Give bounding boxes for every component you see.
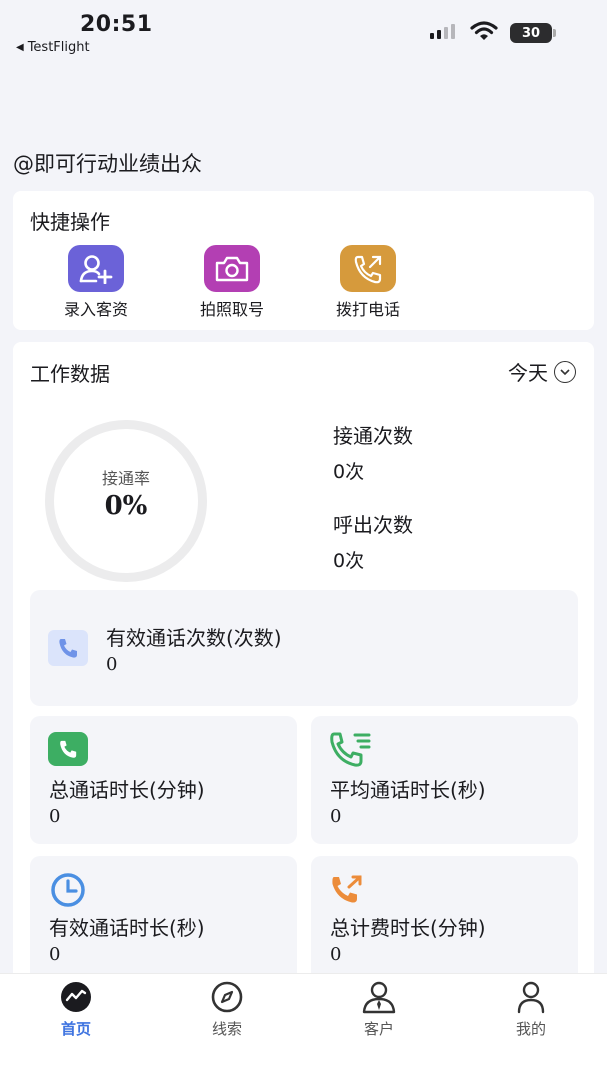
billing-duration-title: 总计费时长(分钟)	[330, 916, 486, 940]
phone-outgoing-icon	[340, 245, 396, 292]
avg-duration-tile[interactable]: 平均通话时长(秒) 0	[311, 716, 578, 844]
valid-duration-tile[interactable]: 有效通话时长(秒) 0	[30, 856, 297, 992]
back-app-label: TestFlight	[27, 40, 90, 55]
total-duration-value: 0	[49, 806, 61, 827]
valid-call-count-title: 有效通话次数(次数)	[106, 626, 282, 650]
connect-count-value: 0次	[333, 461, 365, 483]
phone-list-icon	[329, 730, 373, 772]
tab-leads-label: 线索	[211, 1020, 242, 1038]
phone-call-icon	[48, 732, 88, 766]
avg-duration-title: 平均通话时长(秒)	[330, 778, 486, 802]
tab-profile[interactable]: 我的	[491, 980, 571, 1039]
wifi-icon	[470, 21, 498, 40]
status-time: 20:51	[80, 12, 153, 37]
period-label: 今天	[508, 361, 548, 385]
customer-icon	[339, 980, 419, 1014]
bottom-tab-bar: 首页 线索 客户 我的	[0, 973, 607, 1080]
quick-actions-card: 快捷操作 录入客资 拍照取号 拨打电话	[13, 191, 594, 330]
add-customer-action[interactable]: 录入客资	[51, 245, 141, 320]
outgoing-count-title: 呼出次数	[333, 513, 413, 537]
outgoing-count-value: 0次	[333, 550, 365, 572]
cellular-signal-icon	[430, 24, 455, 39]
make-call-action[interactable]: 拨打电话	[323, 245, 413, 320]
tab-customers-label: 客户	[363, 1020, 394, 1038]
photo-capture-action[interactable]: 拍照取号	[187, 245, 277, 320]
tab-customers[interactable]: 客户	[339, 980, 419, 1039]
billing-duration-value: 0	[330, 944, 342, 965]
tab-home-label: 首页	[60, 1020, 91, 1038]
connect-rate-gauge: 接通率 0%	[45, 420, 207, 582]
profile-icon	[491, 980, 571, 1014]
tab-profile-label: 我的	[515, 1020, 546, 1038]
work-data-card: 工作数据 今天 接通率 0% 接通次数 0次 呼出次数 0次 有效通话次数(次数…	[13, 342, 594, 992]
period-selector[interactable]: 今天	[508, 357, 576, 386]
billing-duration-tile[interactable]: 总计费时长(分钟) 0	[311, 856, 578, 992]
connect-rate-label: 接通率	[101, 469, 150, 488]
camera-icon	[204, 245, 260, 292]
tab-home[interactable]: 首页	[36, 980, 116, 1039]
add-customer-label: 录入客资	[63, 300, 128, 319]
battery-cap	[553, 29, 556, 37]
phone-forward-icon	[329, 872, 369, 910]
photo-capture-label: 拍照取号	[199, 300, 264, 319]
valid-duration-title: 有效通话时长(秒)	[49, 916, 205, 940]
quick-actions-title: 快捷操作	[30, 210, 110, 234]
valid-call-count-tile[interactable]: 有效通话次数(次数) 0	[30, 590, 578, 706]
valid-call-count-value: 0	[106, 654, 118, 675]
connect-count-title: 接通次数	[333, 424, 413, 448]
total-duration-tile[interactable]: 总通话时长(分钟) 0	[30, 716, 297, 844]
trend-icon	[36, 980, 116, 1014]
clock-icon	[48, 872, 88, 912]
status-bar: 20:51 ◀ TestFlight 30	[0, 0, 607, 70]
user-slogan: @即可行动业绩出众	[13, 152, 202, 176]
add-user-icon	[68, 245, 124, 292]
battery-indicator: 30	[510, 23, 552, 43]
phone-icon	[48, 630, 88, 666]
connect-count-stat: 接通次数 0次	[333, 420, 413, 484]
connect-rate-value: 0%	[104, 491, 148, 521]
valid-duration-value: 0	[49, 944, 61, 965]
outgoing-count-stat: 呼出次数 0次	[333, 509, 413, 573]
chevron-down-icon	[554, 360, 576, 383]
tab-leads[interactable]: 线索	[187, 980, 267, 1039]
total-duration-title: 总通话时长(分钟)	[49, 778, 205, 802]
back-arrow-icon: ◀	[16, 42, 24, 53]
avg-duration-value: 0	[330, 806, 342, 827]
back-to-app-link[interactable]: ◀ TestFlight	[16, 40, 90, 55]
make-call-label: 拨打电话	[335, 300, 400, 319]
compass-icon	[187, 980, 267, 1014]
work-data-title: 工作数据	[30, 362, 110, 386]
